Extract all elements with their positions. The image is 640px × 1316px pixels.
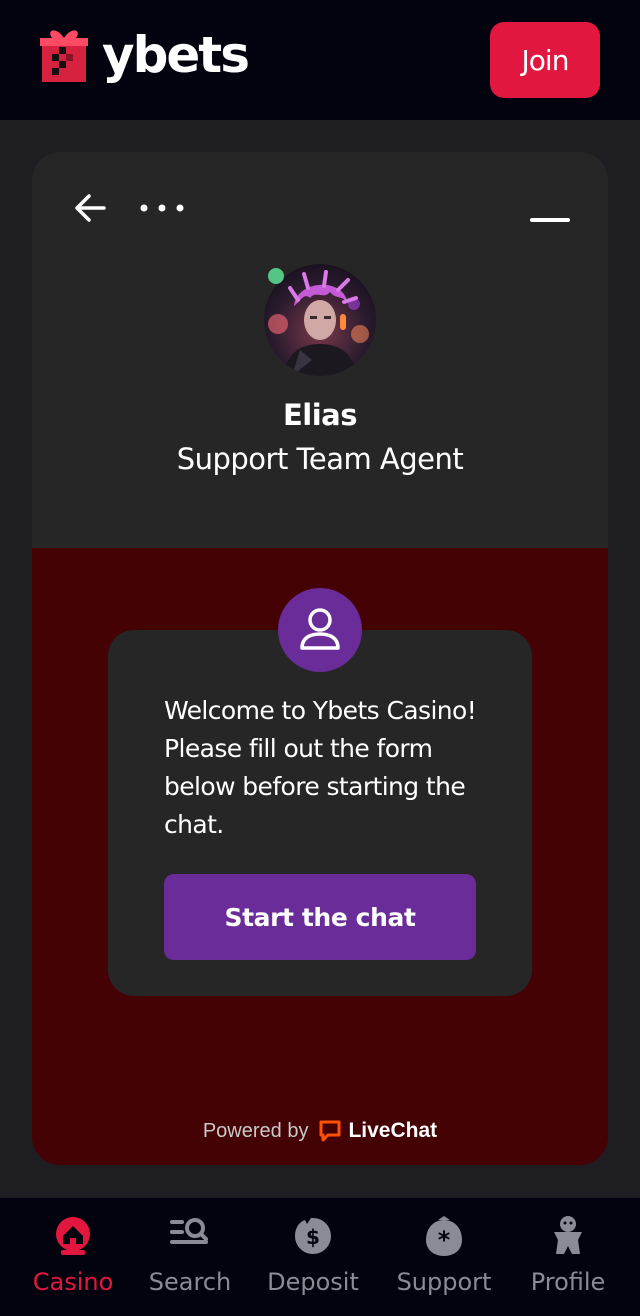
back-arrow-icon[interactable]	[72, 192, 108, 224]
gift-logo-icon[interactable]	[38, 24, 90, 84]
livechat-link[interactable]: LiveChat	[318, 1119, 437, 1143]
user-badge	[278, 588, 362, 672]
agent-name: Elias	[282, 398, 358, 432]
livechat-brand-name: LiveChat	[348, 1119, 438, 1142]
nav-item-search[interactable]: Search	[144, 1198, 236, 1316]
nav-label-support: Support	[396, 1268, 492, 1296]
profile-icon	[554, 1216, 582, 1254]
user-icon	[300, 608, 340, 650]
nav-label-search: Search	[148, 1268, 232, 1296]
nav-item-casino[interactable]: Casino	[28, 1198, 118, 1316]
nav-item-support[interactable]: * Support	[390, 1198, 498, 1316]
agent-role: Support Team Agent	[176, 442, 464, 476]
nav-label-deposit: Deposit	[267, 1268, 359, 1296]
join-button[interactable]: Join	[490, 22, 600, 98]
powered-by-footer: Powered by LiveChat	[32, 1116, 608, 1146]
welcome-card: Welcome to Ybets Casino! Please fill out…	[108, 630, 532, 996]
brand-wordmark[interactable]: ybets	[102, 18, 250, 92]
top-header: ybets Join	[0, 0, 640, 120]
online-status-indicator	[268, 268, 284, 284]
bottom-navigation: Casino Search $ Deposit * Support Profil…	[0, 1197, 640, 1316]
chat-header: Elias Support Team Agent	[32, 152, 608, 548]
nav-item-deposit[interactable]: $ Deposit	[262, 1198, 364, 1316]
nav-label-profile: Profile	[530, 1268, 606, 1296]
support-icon: *	[426, 1216, 462, 1256]
search-icon	[170, 1218, 208, 1244]
casino-icon	[56, 1217, 90, 1255]
start-chat-button[interactable]: Start the chat	[164, 874, 476, 960]
agent-avatar-container	[264, 264, 376, 376]
svg-text:*: *	[438, 1226, 451, 1254]
nav-label-casino: Casino	[32, 1268, 114, 1296]
deposit-icon: $	[295, 1218, 331, 1254]
welcome-message: Welcome to Ybets Casino! Please fill out…	[164, 696, 477, 839]
powered-by-label: Powered by	[202, 1119, 309, 1142]
minimize-icon[interactable]	[528, 204, 572, 232]
nav-item-profile[interactable]: Profile	[524, 1198, 612, 1316]
livechat-widget: Elias Support Team Agent Welcome to Ybet…	[32, 152, 608, 1165]
svg-text:$: $	[306, 1225, 320, 1249]
livechat-logo-icon	[319, 1120, 341, 1142]
more-options-icon[interactable]	[138, 196, 186, 220]
